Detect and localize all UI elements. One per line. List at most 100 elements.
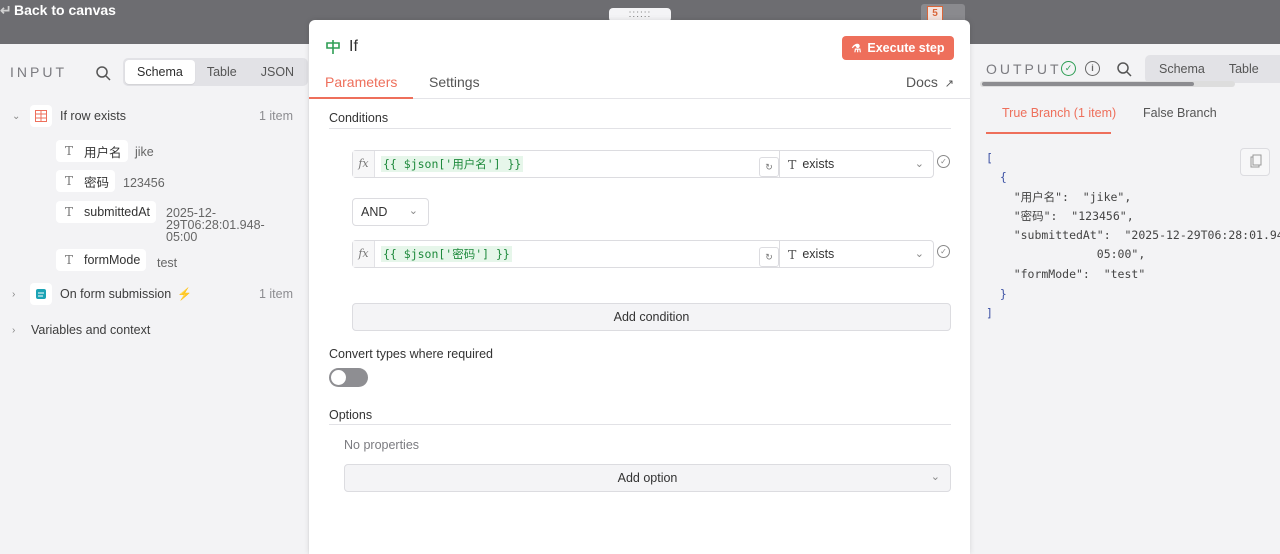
- item-count: 1 item: [258, 287, 293, 301]
- expression-code: {{ $json['用户名'] }}: [381, 156, 524, 172]
- chevron-down-icon: ⌄: [12, 110, 21, 122]
- field-name: 密码: [84, 175, 110, 190]
- node-editor-modal: If ⚗ Execute step Parameters Settings Do…: [309, 20, 970, 554]
- active-tab-indicator: [309, 97, 413, 99]
- field-username[interactable]: T 用户名: [56, 140, 128, 162]
- json-line: "用户名": "jike",: [986, 190, 1132, 204]
- chevron-down-icon: ⌄: [930, 471, 940, 483]
- node-label: On form submission: [60, 287, 172, 301]
- tab-parameters[interactable]: Parameters: [325, 74, 397, 90]
- docs-label: Docs: [905, 74, 938, 90]
- json-line: 05:00",: [986, 247, 1146, 261]
- node-title-text: If: [349, 38, 358, 55]
- tab-json[interactable]: JSON: [249, 60, 306, 84]
- condition-2-operator-select[interactable]: T exists ⌄: [779, 240, 934, 268]
- json-line: [: [986, 151, 993, 165]
- toggle-knob: [331, 370, 346, 385]
- condition-1-operator-select[interactable]: T exists ⌄: [779, 150, 934, 178]
- no-properties-text: No properties: [344, 438, 420, 452]
- if-node-icon: [326, 40, 340, 54]
- scrollbar-thumb[interactable]: [982, 82, 1194, 86]
- field-value: test: [157, 256, 178, 270]
- json-line: "formMode": "test": [986, 267, 1146, 281]
- operator-value: exists: [802, 157, 835, 171]
- trigger-bolt-icon: ⚡: [177, 287, 193, 301]
- docs-link[interactable]: Docs ↗: [906, 74, 954, 90]
- back-label: Back to canvas: [14, 2, 116, 18]
- field-formmode[interactable]: T formMode: [56, 249, 147, 271]
- convert-types-label: Convert types where required: [329, 347, 493, 361]
- branch-tabs: True Branch (1 item) False Branch: [970, 94, 1280, 134]
- output-panel: OUTPUT ✓ i Schema Table True Branch (1 i…: [970, 44, 1280, 554]
- tab-table[interactable]: Table: [195, 60, 249, 84]
- string-type-icon: T: [788, 156, 797, 172]
- copy-icon: [1250, 154, 1262, 168]
- text-type-icon: T: [64, 205, 73, 219]
- info-icon[interactable]: i: [1085, 61, 1100, 76]
- output-view-tabs: Schema Table: [1145, 55, 1280, 83]
- input-panel: INPUT Schema Table JSON ⌄ If row exists …: [0, 44, 309, 554]
- node-label: Variables and context: [31, 323, 151, 337]
- field-submittedat[interactable]: T submittedAt: [56, 201, 157, 223]
- field-name: 用户名: [84, 145, 122, 160]
- field-name: submittedAt: [84, 205, 151, 219]
- value-line: 05:00: [166, 230, 198, 244]
- execute-step-button[interactable]: ⚗ Execute step: [842, 36, 954, 60]
- condition-check-icon: ✓: [937, 245, 950, 258]
- search-icon[interactable]: [1116, 61, 1132, 77]
- add-option-button[interactable]: Add option ⌄: [344, 464, 951, 492]
- back-to-canvas-button[interactable]: ↵ Back to canvas: [0, 0, 116, 20]
- json-line: "密码": "123456",: [986, 209, 1134, 223]
- divider: [329, 128, 951, 129]
- add-option-label: Add option: [617, 471, 678, 485]
- fx-icon: fx: [353, 151, 375, 177]
- tab-schema[interactable]: Schema: [1147, 57, 1217, 81]
- input-view-tabs: Schema Table JSON: [123, 58, 309, 86]
- condition-2-expression-input[interactable]: fx {{ $json['密码'] }} ↻: [352, 240, 780, 268]
- tab-table[interactable]: Table: [1217, 57, 1271, 81]
- node-label: If row exists: [60, 109, 126, 123]
- chevron-down-icon: ⌄: [408, 205, 418, 217]
- external-link-icon: ↗: [944, 78, 954, 90]
- tree-node-on-form-submission[interactable]: › On form submission ⚡ 1 item: [12, 283, 308, 305]
- field-value-submittedat: 2025-12- 29T06:28:01.948- 05:00: [166, 207, 265, 244]
- json-line: }: [986, 287, 1007, 301]
- text-type-icon: T: [64, 174, 73, 188]
- search-icon[interactable]: [95, 65, 111, 81]
- field-name: formMode: [84, 253, 141, 267]
- condition-check-icon: ✓: [937, 155, 950, 168]
- tab-settings[interactable]: Settings: [429, 74, 480, 90]
- combinator-value: AND: [361, 205, 388, 219]
- chevron-down-icon: ⌄: [914, 248, 924, 260]
- flask-icon: ⚗: [851, 42, 862, 55]
- copy-button[interactable]: [1240, 148, 1270, 176]
- tree-node-variables[interactable]: › Variables and context: [12, 323, 150, 337]
- tab-schema[interactable]: Schema: [125, 60, 195, 84]
- chevron-right-icon: ›: [12, 288, 16, 300]
- item-count: 1 item: [258, 109, 293, 123]
- text-type-icon: T: [64, 253, 73, 267]
- tree-node-if-row-exists[interactable]: ⌄ If row exists 1 item: [12, 105, 308, 127]
- success-check-icon: ✓: [1061, 61, 1076, 76]
- chevron-down-icon: ⌄: [914, 158, 924, 170]
- combinator-select[interactable]: AND ⌄: [352, 198, 429, 226]
- convert-types-toggle[interactable]: [329, 368, 368, 387]
- tab-true-branch[interactable]: True Branch (1 item): [1002, 106, 1116, 120]
- json-line: "submittedAt": "2025-12-29T06:28:01.948-: [986, 228, 1280, 242]
- editor-tabs: Parameters Settings Docs ↗: [309, 72, 970, 99]
- expression-code: {{ $json['密码'] }}: [381, 246, 512, 262]
- execute-label: Execute step: [867, 41, 945, 55]
- options-label: Options: [329, 408, 373, 422]
- operator-value: exists: [802, 247, 835, 261]
- field-value: jike: [135, 145, 154, 159]
- output-title: OUTPUT: [986, 61, 1062, 77]
- divider: [329, 424, 951, 425]
- text-type-icon: T: [64, 144, 73, 158]
- expression-mode-icon[interactable]: ↻: [759, 247, 779, 267]
- condition-1-expression-input[interactable]: fx {{ $json['用户名'] }} ↻: [352, 150, 780, 178]
- expression-mode-icon[interactable]: ↻: [759, 157, 779, 177]
- tab-false-branch[interactable]: False Branch: [1143, 106, 1217, 120]
- table-icon: [30, 105, 52, 127]
- field-password[interactable]: T 密码: [56, 170, 116, 192]
- add-condition-button[interactable]: Add condition: [352, 303, 951, 331]
